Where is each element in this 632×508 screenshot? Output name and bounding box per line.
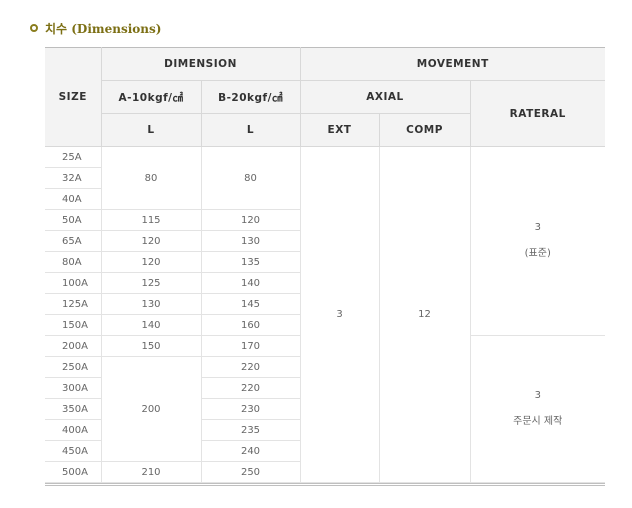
size-cell: 25A [45, 146, 102, 168]
b20-cell: 250 [200, 461, 300, 483]
header-comp: COMP [378, 113, 470, 147]
header-l-b: L [200, 113, 301, 147]
rateral-standard-note: (표준) [524, 248, 551, 259]
b20-cell: 80 [200, 146, 301, 210]
b20-cell: 170 [200, 335, 301, 357]
b20-cell: 220 [200, 356, 300, 378]
size-cell: 450A [45, 440, 102, 462]
b20-cell: 220 [200, 377, 300, 399]
header-ext: EXT [299, 113, 380, 147]
size-cell: 32A [45, 167, 101, 189]
a10-cell: 210 [100, 461, 202, 483]
dimensions-table: SIZE DIMENSION MOVEMENT A-10kgf/㎠ B-20kg… [45, 47, 605, 483]
a10-cell: 120 [100, 230, 202, 252]
a10-cell: 130 [100, 293, 202, 315]
b20-cell: 160 [200, 314, 300, 336]
rateral-order-note: 주문시 제작 [513, 416, 563, 427]
a10-cell: 150 [100, 335, 202, 357]
header-l-a: L [100, 113, 202, 147]
header-size: SIZE [45, 47, 102, 147]
size-cell: 150A [45, 314, 102, 336]
size-cell: 500A [45, 461, 102, 483]
a10-cell: 115 [100, 209, 202, 231]
size-cell: 300A [45, 377, 102, 399]
a10-cell: 125 [100, 272, 202, 294]
b20-cell: 135 [200, 251, 300, 273]
size-cell: 65A [45, 230, 102, 252]
ext-cell: 3 [299, 146, 380, 483]
header-a10: A-10kgf/㎠ [100, 80, 202, 114]
size-cell: 100A [45, 272, 102, 294]
header-b20: B-20kgf/㎠ [200, 80, 301, 114]
b20-cell: 140 [200, 272, 300, 294]
table-row: 25A 80 80 3 12 3 (표준) [45, 146, 605, 483]
size-cell: 80A [45, 251, 102, 273]
rateral-order-value: 3 [534, 390, 541, 401]
rateral-standard-value: 3 [534, 222, 541, 233]
size-cell: 200A [45, 335, 102, 357]
b20-cell: 235 [200, 419, 300, 441]
size-cell: 400A [45, 419, 102, 441]
a10-cell: 120 [100, 251, 202, 273]
section-title-text: 치수 (Dimensions) [45, 21, 162, 36]
b20-cell: 130 [200, 230, 300, 252]
size-cell: 125A [45, 293, 102, 315]
size-cell: 250A [45, 356, 102, 378]
dimensions-table-wrapper: SIZE DIMENSION MOVEMENT A-10kgf/㎠ B-20kg… [45, 47, 605, 483]
header-rateral: RATERAL [469, 80, 605, 147]
b20-cell: 240 [200, 440, 300, 462]
size-cell: 40A [45, 188, 101, 210]
a10-cell: 200 [100, 356, 202, 462]
circle-bullet-icon [30, 24, 38, 32]
b20-cell: 230 [200, 398, 300, 420]
b20-cell: 145 [200, 293, 300, 315]
section-title: 치수 (Dimensions) [30, 19, 161, 37]
header-movement: MOVEMENT [299, 47, 605, 81]
header-dimension: DIMENSION [100, 47, 301, 81]
a10-cell: 80 [100, 146, 202, 210]
comp-cell: 12 [378, 146, 471, 483]
rateral-standard-cell: 3 (표준) [469, 146, 605, 336]
size-cell: 50A [45, 209, 102, 231]
b20-cell: 120 [200, 209, 300, 231]
header-axial: AXIAL [299, 80, 471, 114]
a10-cell: 140 [100, 314, 202, 336]
rateral-order-cell: 3 주문시 제작 [469, 335, 605, 483]
table-bottom-rule [45, 483, 605, 486]
size-cell: 350A [45, 398, 102, 420]
